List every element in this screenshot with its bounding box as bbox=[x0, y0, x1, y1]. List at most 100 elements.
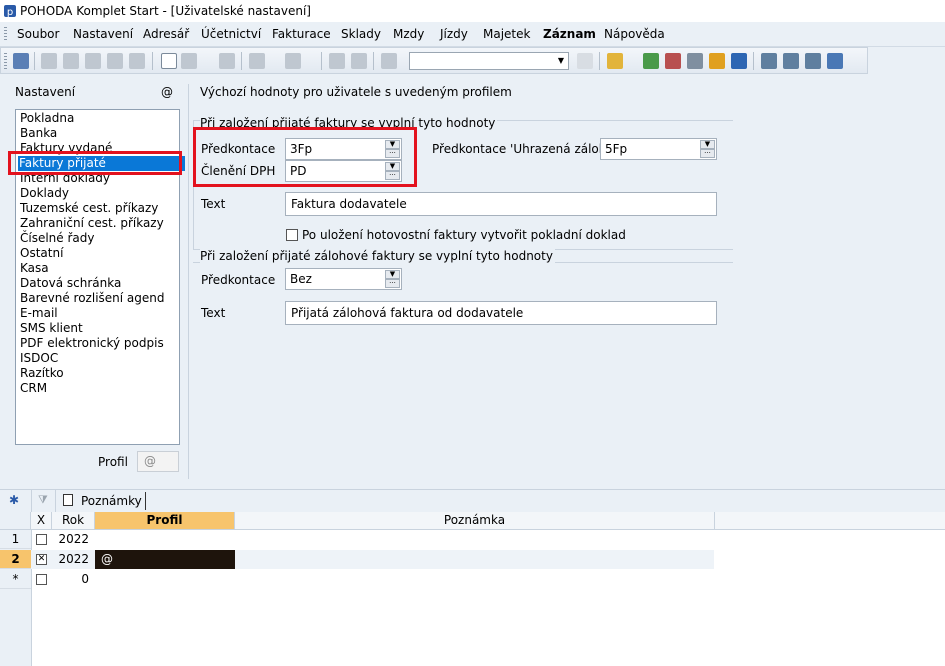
folder-icon[interactable] bbox=[607, 53, 623, 69]
print-icon[interactable] bbox=[63, 53, 79, 69]
group-zalohova-faktura bbox=[193, 262, 733, 479]
menu-napoveda[interactable]: Nápověda bbox=[604, 27, 665, 41]
uhrazena-zaloha-label: Předkontace 'Uhrazená záloha' bbox=[432, 142, 618, 156]
grid-header: X Rok Profil Poznámka bbox=[0, 512, 945, 530]
nav-item-kasa[interactable]: Kasa bbox=[19, 261, 50, 276]
new-record-icon[interactable] bbox=[161, 53, 177, 69]
col-poznamka[interactable]: Poznámka bbox=[235, 512, 715, 529]
edit-icon[interactable] bbox=[181, 53, 197, 69]
nav-item-email[interactable]: E-mail bbox=[19, 306, 59, 321]
save-icon[interactable] bbox=[329, 53, 345, 69]
row-profil[interactable]: @ bbox=[95, 550, 235, 569]
nav-item-razitko[interactable]: Razítko bbox=[19, 366, 65, 381]
menu-grip bbox=[4, 27, 7, 41]
nav-item-barevne-rozliseni[interactable]: Barevné rozlišení agend bbox=[19, 291, 166, 306]
menu-soubor[interactable]: Soubor bbox=[17, 27, 59, 41]
copy-icon[interactable] bbox=[41, 53, 57, 69]
col-profil[interactable]: Profil bbox=[95, 512, 235, 529]
help-icon[interactable] bbox=[827, 53, 843, 69]
tab-poznamky[interactable]: Poznámky bbox=[81, 494, 142, 508]
group-zalohova-faktura-label: Při založení přijaté zálohové faktury se… bbox=[200, 249, 555, 263]
title-bar: p POHODA Komplet Start - [Uživatelské na… bbox=[0, 0, 945, 22]
chart-icon[interactable] bbox=[665, 53, 681, 69]
menu-bar: Soubor Nastavení Adresář Účetnictví Fakt… bbox=[0, 22, 945, 47]
calc-icon[interactable] bbox=[687, 53, 703, 69]
zaloha-predkontace-value: Bez bbox=[290, 272, 312, 286]
menu-sklady[interactable]: Sklady bbox=[341, 27, 381, 41]
calculator-icon[interactable] bbox=[643, 53, 659, 69]
menu-fakturace[interactable]: Fakturace bbox=[272, 27, 331, 41]
duplicate-icon[interactable] bbox=[381, 53, 397, 69]
coins-icon[interactable] bbox=[709, 53, 725, 69]
nav-item-pdf-podpis[interactable]: PDF elektronický podpis bbox=[19, 336, 165, 351]
window-icon[interactable] bbox=[761, 53, 777, 69]
document-icon[interactable] bbox=[129, 53, 145, 69]
col-x[interactable]: X bbox=[31, 512, 52, 529]
nav-item-ciselne-rady[interactable]: Číselné řady bbox=[19, 231, 96, 246]
selection-highlight-box bbox=[8, 151, 182, 175]
row-checkbox[interactable] bbox=[36, 534, 47, 545]
note-icon bbox=[63, 494, 73, 506]
ellipsis-icon[interactable]: ... bbox=[700, 148, 715, 158]
iban-icon[interactable] bbox=[731, 53, 747, 69]
row-rok: 0 bbox=[81, 572, 89, 586]
filter-icon[interactable]: ⧩ bbox=[38, 493, 50, 506]
pokladni-doklad-label: Po uložení hotovostní faktury vytvořit p… bbox=[302, 228, 626, 242]
settings-label: Nastavení bbox=[15, 85, 76, 99]
export-icon[interactable] bbox=[107, 53, 123, 69]
uhrazena-zaloha-combo[interactable]: 5Fp ▼... bbox=[600, 138, 717, 160]
row-number[interactable]: * bbox=[0, 570, 31, 589]
row-checkbox-checked[interactable]: ✕ bbox=[36, 554, 47, 565]
nav-item-ostatni[interactable]: Ostatní bbox=[19, 246, 64, 261]
nav-item-isdoc[interactable]: ISDOC bbox=[19, 351, 59, 366]
nav-item-datova-schranka[interactable]: Datová schránka bbox=[19, 276, 122, 291]
back-icon[interactable] bbox=[249, 53, 265, 69]
nav-item-pokladna[interactable]: Pokladna bbox=[19, 111, 75, 126]
cancel-icon[interactable] bbox=[351, 53, 367, 69]
settings-icon[interactable] bbox=[285, 53, 301, 69]
new-row-star-icon[interactable]: ✱ bbox=[9, 493, 19, 507]
chevron-down-icon[interactable]: ▼ bbox=[555, 54, 567, 68]
nav-item-crm[interactable]: CRM bbox=[19, 381, 48, 396]
delete-icon[interactable] bbox=[219, 53, 235, 69]
toolbar-search-combo[interactable]: ▼ bbox=[409, 52, 569, 70]
row-checkbox[interactable] bbox=[36, 574, 47, 585]
profil-input[interactable]: @ bbox=[137, 451, 179, 472]
nav-item-banka[interactable]: Banka bbox=[19, 126, 58, 141]
row-profil[interactable] bbox=[95, 530, 235, 549]
uhrazena-zaloha-value: 5Fp bbox=[605, 142, 628, 156]
row-rok: 2022 bbox=[58, 532, 89, 546]
row-number[interactable]: 2 bbox=[0, 550, 31, 569]
menu-zaznam[interactable]: Záznam bbox=[543, 27, 596, 41]
menu-ucetnictvi[interactable]: Účetnictví bbox=[201, 27, 261, 41]
window-title: POHODA Komplet Start - [Uživatelské nast… bbox=[20, 4, 311, 18]
panel-divider bbox=[188, 84, 189, 479]
nav-item-doklady[interactable]: Doklady bbox=[19, 186, 70, 201]
row-rok: 2022 bbox=[58, 552, 89, 566]
zaloha-predkontace-combo[interactable]: Bez ▼... bbox=[285, 268, 402, 290]
text-field[interactable]: Faktura dodavatele bbox=[285, 192, 717, 216]
row-number[interactable]: 1 bbox=[0, 530, 31, 549]
col-rok[interactable]: Rok bbox=[52, 512, 95, 529]
svg-text:p: p bbox=[7, 7, 13, 18]
nav-item-tuzemske-cest[interactable]: Tuzemské cest. příkazy bbox=[19, 201, 159, 216]
preview-icon[interactable] bbox=[85, 53, 101, 69]
exit-icon[interactable] bbox=[13, 53, 29, 69]
text-label: Text bbox=[201, 197, 226, 211]
zaloha-text-field[interactable]: Přijatá zálohová faktura od dodavatele bbox=[285, 301, 717, 325]
bottom-tab-bar: ✱ ⧩ Poznámky bbox=[0, 489, 945, 513]
toolbar-grip bbox=[4, 53, 7, 69]
nav-item-sms-klient[interactable]: SMS klient bbox=[19, 321, 84, 336]
menu-majetek[interactable]: Majetek bbox=[483, 27, 530, 41]
menu-nastaveni[interactable]: Nastavení bbox=[73, 27, 133, 41]
ellipsis-icon[interactable]: ... bbox=[385, 278, 400, 288]
layout-icon[interactable] bbox=[783, 53, 799, 69]
menu-adresar[interactable]: Adresář bbox=[143, 27, 189, 41]
nav-item-zahranicni-cest[interactable]: Zahraniční cest. příkazy bbox=[19, 216, 165, 231]
menu-jizdy[interactable]: Jízdy bbox=[440, 27, 468, 41]
filter-icon[interactable] bbox=[577, 53, 593, 69]
menu-mzdy[interactable]: Mzdy bbox=[393, 27, 424, 41]
grid-icon[interactable] bbox=[805, 53, 821, 69]
pokladni-doklad-checkbox[interactable] bbox=[286, 229, 298, 241]
app-icon: p bbox=[3, 4, 17, 18]
